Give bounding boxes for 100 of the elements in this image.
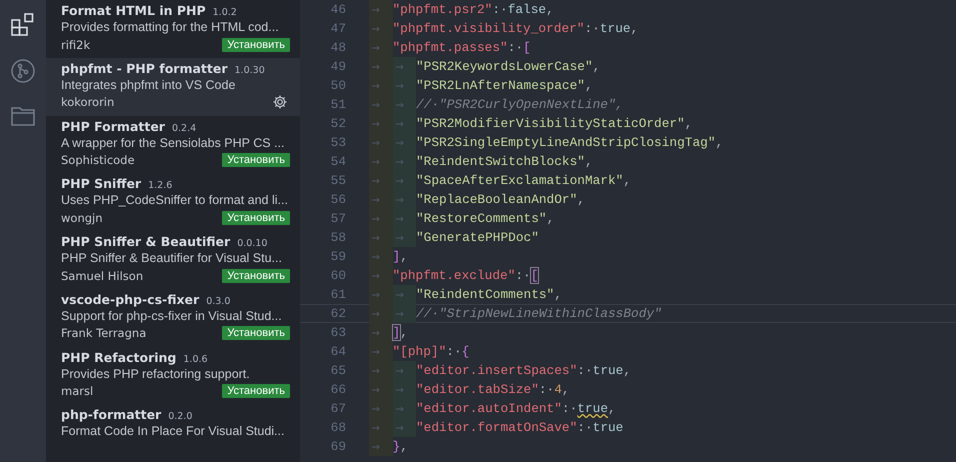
line-number: 55 — [330, 173, 347, 188]
install-button[interactable]: Установить — [222, 153, 290, 167]
tab-arrow-icon — [396, 82, 404, 88]
code-key: "[php]" — [392, 344, 446, 359]
line-number: 47 — [330, 21, 347, 36]
code-punctuation: , — [400, 325, 408, 340]
code-key: "editor.insertSpaces" — [416, 363, 578, 378]
line-number: 66 — [330, 382, 347, 397]
tab-arrow-icon — [372, 64, 380, 70]
code-string: "PSR2KeywordsLowerCase" — [416, 59, 593, 74]
code-string: "ReplaceBooleanAndOr" — [416, 192, 578, 207]
tab-arrow-icon — [372, 120, 380, 126]
tab-arrow-icon — [396, 292, 404, 298]
line-number: 46 — [330, 2, 347, 17]
extension-name: PHP Sniffer — [61, 176, 142, 192]
extension-list-item[interactable]: PHP Refactoring 1.0.6 Provides PHP refactoring support. marsl Установить — [46, 346, 300, 404]
tab-arrow-icon — [396, 178, 404, 184]
extension-list-item[interactable]: phpfmt - PHP formatter 1.0.30 Integrates phpfmt into VS Code kokororin — [46, 58, 300, 116]
line-number: 50 — [330, 78, 347, 93]
extension-name: PHP Refactoring — [61, 350, 176, 364]
code-punctuation: :· — [492, 2, 508, 17]
code-bracket: ] — [392, 249, 400, 264]
code-key: "editor.autoIndent" — [416, 401, 562, 416]
tab-arrow-icon — [372, 368, 380, 374]
line-number: 58 — [330, 230, 347, 245]
code-punctuation: , — [684, 116, 692, 131]
extension-author: kokororin — [61, 95, 114, 110]
extension-list-item[interactable]: PHP Formatter 0.2.4 A wrapper for the Sensiolabs PHP CS ... Sophisticode Установить — [46, 116, 300, 174]
tab-arrow-icon — [372, 158, 380, 164]
extension-list-item[interactable]: PHP Sniffer & Beautifier 0.0.10 PHP Sniffer & Beautifier for Visual Stu... Samuel Hilson Установить — [46, 231, 300, 289]
code-key: "phpfmt.passes" — [392, 40, 508, 55]
extension-version: 1.0.6 — [183, 354, 208, 364]
code-punctuation: , — [630, 21, 638, 36]
tab-arrow-icon — [372, 216, 380, 222]
extension-list-item[interactable]: php-formatter 0.2.0 Format Code In Place For Visual Studi... — [46, 404, 300, 462]
line-number: 52 — [330, 116, 347, 131]
tab-arrow-icon — [372, 140, 380, 146]
code-punctuation: , — [608, 401, 616, 416]
line-number: 69 — [330, 439, 347, 454]
extension-name: Format HTML in PHP — [61, 3, 206, 18]
code-bracket: [ — [523, 40, 531, 55]
extension-name: phpfmt - PHP formatter — [61, 60, 228, 76]
install-button[interactable]: Установить — [222, 384, 290, 398]
line-number: 67 — [330, 401, 347, 416]
tab-arrow-icon — [396, 368, 404, 374]
install-button[interactable]: Установить — [222, 326, 290, 340]
code-keyword: true — [592, 420, 624, 435]
tab-arrow-icon — [372, 26, 380, 32]
code-punctuation: :· — [577, 363, 593, 378]
line-number: 65 — [330, 363, 347, 378]
line-number: 53 — [330, 135, 347, 150]
extension-name: php-formatter — [61, 407, 162, 422]
code-punctuation: :· — [446, 344, 462, 359]
code-punctuation: , — [577, 192, 585, 207]
line-number: 61 — [330, 287, 347, 302]
settings-icon[interactable] — [272, 94, 288, 110]
extension-list-item[interactable]: vscode-php-cs-fixer 0.3.0 Support for php-cs-fixer in Visual Stud... Frank Terragna Установить — [46, 288, 300, 346]
extension-author: Sophisticode — [61, 153, 135, 167]
extension-list-item[interactable]: Format HTML in PHP 1.0.2 Provides formatting for the HTML cod... rifi2k Установить — [46, 0, 300, 58]
code-string: "SpaceAfterExclamationMark" — [416, 173, 624, 188]
tab-arrow-icon — [372, 348, 380, 354]
tab-arrow-icon — [372, 272, 380, 278]
code-keyword: true — [600, 21, 631, 36]
code-string: "RestoreComments" — [416, 211, 547, 226]
folder-icon — [10, 104, 36, 128]
code-key: "phpfmt.psr2" — [392, 2, 492, 17]
tab-arrow-icon — [396, 386, 404, 392]
code-string: "PSR2LnAfterNamespace" — [416, 78, 585, 93]
code-comment: //·"StripNewLineWithinClassBody" — [416, 306, 662, 321]
code-punctuation: :· — [538, 382, 554, 397]
line-number: 63 — [330, 325, 347, 340]
extension-author: wongjn — [61, 210, 103, 225]
extension-description: Support for php-cs-fixer in Visual Stud... — [61, 308, 283, 323]
code-punctuation: , — [546, 2, 554, 17]
extension-description: Integrates phpfmt into VS Code — [61, 78, 236, 92]
tab-arrow-icon — [396, 64, 404, 70]
code-punctuation: , — [546, 211, 554, 226]
extension-version: 0.2.4 — [172, 122, 196, 134]
tab-arrow-icon — [372, 44, 380, 50]
extension-author: rifi2k — [61, 38, 90, 52]
tab-arrow-icon — [396, 234, 404, 240]
line-number: 59 — [330, 249, 347, 264]
extension-name: PHP Sniffer & Beautifier — [61, 234, 230, 249]
tab-arrow-icon — [396, 196, 404, 202]
tab-arrow-icon — [372, 82, 380, 88]
line-number: 51 — [330, 97, 347, 112]
install-button[interactable]: Установить — [222, 210, 290, 225]
code-punctuation: , — [562, 382, 570, 397]
code-key: "phpfmt.visibility_order" — [392, 21, 584, 36]
install-button[interactable]: Установить — [222, 38, 290, 52]
extension-version: 1.0.2 — [212, 7, 237, 18]
code-string: "PSR2SingleEmptyLineAndStripClosingTag" — [416, 135, 716, 150]
install-button[interactable]: Установить — [222, 268, 290, 282]
tab-arrow-icon — [372, 254, 380, 260]
code-key: "editor.tabSize" — [416, 382, 539, 397]
extension-description: Provides PHP refactoring support. — [61, 366, 251, 380]
code-punctuation: , — [584, 154, 593, 169]
tab-arrow-icon — [396, 216, 404, 222]
extension-list-item[interactable]: PHP Sniffer 1.2.6 Uses PHP_CodeSniffer to format and li... wongjn Установить — [46, 173, 300, 231]
code-punctuation: , — [554, 287, 562, 302]
